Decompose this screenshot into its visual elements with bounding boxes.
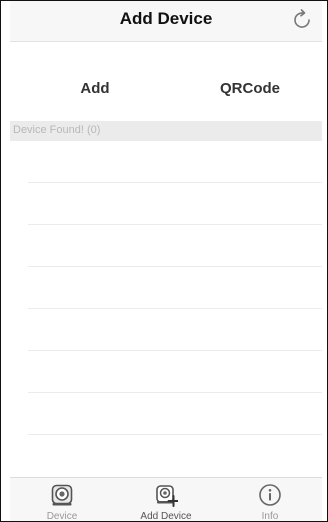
add-button[interactable]: Add: [50, 71, 140, 107]
list-row: [28, 183, 322, 225]
tab-bar: Device Add Device Info: [10, 477, 322, 522]
tab-device-label: Device: [46, 511, 78, 522]
camera-add-icon: [156, 485, 178, 507]
camera-icon: [51, 484, 73, 506]
app-frame: Add Device Add QRCode Device Found! (0): [0, 0, 328, 522]
list-row: [28, 141, 322, 183]
device-found-label: Device Found! (0): [13, 124, 101, 136]
nav-bar: Add Device: [10, 1, 322, 42]
tab-device[interactable]: Device: [10, 478, 114, 522]
refresh-button[interactable]: [290, 8, 314, 32]
tab-info-label: Info: [261, 511, 279, 522]
device-list: [10, 141, 322, 477]
tab-add-device-label: Add Device: [140, 511, 192, 522]
tab-info[interactable]: Info: [218, 478, 322, 522]
list-row: [28, 393, 322, 435]
list-row: [28, 225, 322, 267]
page-title: Add Device: [119, 9, 213, 28]
list-row: [28, 351, 322, 393]
action-row: Add QRCode: [10, 71, 322, 107]
list-row: [28, 309, 322, 351]
info-icon: [259, 484, 281, 506]
qrcode-button[interactable]: QRCode: [195, 71, 305, 107]
refresh-icon: [294, 9, 310, 28]
list-row: [28, 267, 322, 309]
device-found-header: Device Found! (0): [10, 121, 322, 141]
tab-add-device[interactable]: Add Device: [114, 478, 218, 522]
app-screen: Add Device Add QRCode Device Found! (0): [10, 1, 322, 522]
